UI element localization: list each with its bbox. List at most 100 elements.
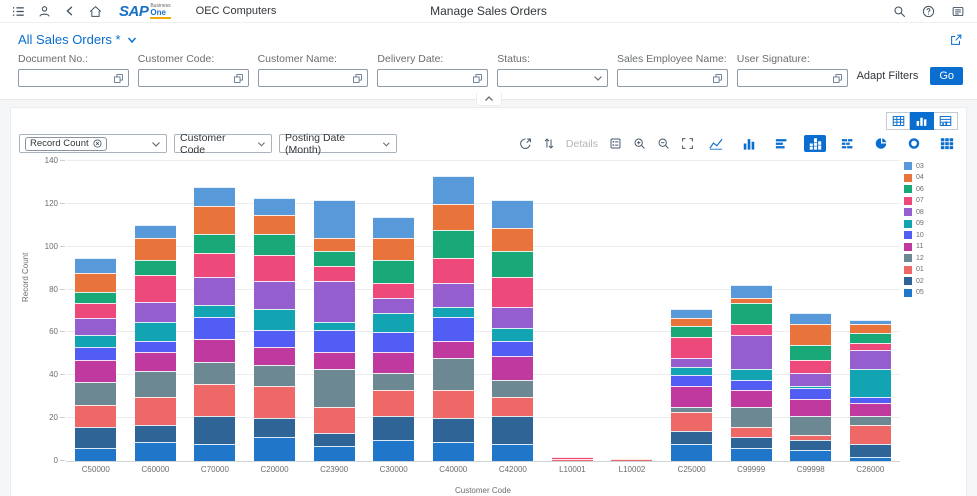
bar-segment-08[interactable] <box>433 283 474 307</box>
bar-segment-04[interactable] <box>850 324 891 333</box>
legend-item-08[interactable]: 08 <box>904 208 956 216</box>
bar-segment-11[interactable] <box>135 352 176 371</box>
value-help-icon[interactable] <box>712 73 723 84</box>
user-signature-input[interactable] <box>737 69 848 87</box>
bar-segment-10[interactable] <box>492 341 533 356</box>
bar-segment-09[interactable] <box>75 335 116 348</box>
pie-chart-icon[interactable] <box>870 135 892 152</box>
bar-segment-01[interactable] <box>254 386 295 418</box>
bar-segment-07[interactable] <box>433 258 474 284</box>
bar-segment-12[interactable] <box>314 369 355 408</box>
bar-segment-12[interactable] <box>194 362 235 383</box>
bar-segment-06[interactable] <box>671 326 712 337</box>
customer-name-input[interactable] <box>258 69 369 87</box>
back-icon[interactable] <box>64 5 76 17</box>
bar-segment-01[interactable] <box>731 427 772 438</box>
collapse-header-button[interactable] <box>476 93 502 106</box>
bar-segment-01[interactable] <box>75 405 116 426</box>
bar-segment-03[interactable] <box>373 217 414 238</box>
legend-item-07[interactable]: 07 <box>904 197 956 205</box>
drill-icon[interactable] <box>519 137 532 150</box>
bar-segment-03[interactable] <box>433 176 474 204</box>
bar-segment-07[interactable] <box>314 266 355 281</box>
bar-segment-01[interactable] <box>492 397 533 416</box>
bar-segment-03[interactable] <box>194 187 235 206</box>
bar-segment-08[interactable] <box>194 277 235 305</box>
bar-segment-12[interactable] <box>75 382 116 406</box>
bar-segment-04[interactable] <box>314 238 355 251</box>
bar-segment-08[interactable] <box>314 281 355 322</box>
bar-segment-09[interactable] <box>492 328 533 341</box>
bar-segment-04[interactable] <box>75 273 116 292</box>
dimension1-combobox[interactable]: Customer Code <box>174 134 272 153</box>
column-chart-icon[interactable] <box>738 135 760 152</box>
heatmap-icon[interactable] <box>936 135 958 152</box>
bar-segment-10[interactable] <box>731 380 772 391</box>
bar-segment-12[interactable] <box>850 416 891 425</box>
bar-segment-10[interactable] <box>194 317 235 338</box>
bar-segment-05[interactable] <box>254 437 295 461</box>
bar-segment-11[interactable] <box>254 347 295 364</box>
bar-segment-10[interactable] <box>254 330 295 347</box>
bar-segment-11[interactable] <box>314 352 355 369</box>
bar-segment-12[interactable] <box>790 416 831 435</box>
bar-segment-02[interactable] <box>135 425 176 442</box>
bar-segment-02[interactable] <box>433 418 474 442</box>
stacked-column-chart-icon[interactable] <box>804 135 826 152</box>
bar-segment-08[interactable] <box>75 318 116 335</box>
bar-segment-03[interactable] <box>314 200 355 239</box>
bar-chart-icon[interactable] <box>771 135 793 152</box>
bar-segment-08[interactable] <box>790 373 831 386</box>
value-help-icon[interactable] <box>233 73 244 84</box>
fullscreen-icon[interactable] <box>681 137 694 150</box>
bar-segment-04[interactable] <box>790 324 831 345</box>
legend-item-02[interactable]: 02 <box>904 277 956 285</box>
bar-segment-07[interactable] <box>731 324 772 335</box>
legend-item-06[interactable]: 06 <box>904 185 956 193</box>
bar-segment-12[interactable] <box>492 380 533 397</box>
bar-segment-01[interactable] <box>552 459 593 461</box>
bar-segment-05[interactable] <box>433 442 474 461</box>
menu-icon[interactable] <box>12 5 25 18</box>
bar-segment-01[interactable] <box>611 459 652 461</box>
bar-segment-08[interactable] <box>850 350 891 369</box>
bar-segment-04[interactable] <box>373 238 414 259</box>
zoom-in-icon[interactable] <box>633 137 646 150</box>
bar-segment-09[interactable] <box>850 369 891 397</box>
bar-segment-06[interactable] <box>850 333 891 344</box>
bar-segment-12[interactable] <box>731 407 772 426</box>
bar-segment-11[interactable] <box>731 390 772 407</box>
bar-segment-02[interactable] <box>314 433 355 446</box>
bar-segment-02[interactable] <box>790 440 831 451</box>
adapt-filters-button[interactable]: Adapt Filters <box>857 70 919 82</box>
bar-segment-10[interactable] <box>75 347 116 360</box>
help-icon[interactable] <box>922 5 935 18</box>
remove-token-icon[interactable] <box>93 139 102 148</box>
bar-segment-09[interactable] <box>314 322 355 331</box>
bar-segment-08[interactable] <box>492 307 533 328</box>
bar-segment-09[interactable] <box>731 369 772 380</box>
bar-segment-03[interactable] <box>671 309 712 318</box>
bar-segment-06[interactable] <box>194 234 235 253</box>
bar-segment-11[interactable] <box>492 356 533 380</box>
bar-segment-03[interactable] <box>254 198 295 215</box>
bar-segment-06[interactable] <box>790 345 831 360</box>
value-help-icon[interactable] <box>472 73 483 84</box>
bar-segment-04[interactable] <box>492 228 533 252</box>
bar-segment-06[interactable] <box>135 260 176 275</box>
zoom-out-icon[interactable] <box>657 137 670 150</box>
bar-segment-05[interactable] <box>731 448 772 461</box>
bar-segment-06[interactable] <box>314 251 355 266</box>
bar-segment-07[interactable] <box>75 303 116 318</box>
measure-combobox[interactable]: Record Count <box>19 134 167 153</box>
legend-icon[interactable] <box>609 137 622 150</box>
bar-segment-04[interactable] <box>433 204 474 230</box>
customer-code-input[interactable] <box>138 69 249 87</box>
notifications-icon[interactable] <box>951 5 965 18</box>
bar-segment-07[interactable] <box>492 277 533 307</box>
bar-segment-06[interactable] <box>75 292 116 303</box>
dimension2-combobox[interactable]: Posting Date (Month) <box>279 134 397 153</box>
legend-item-11[interactable]: 11 <box>904 243 956 251</box>
table-view-icon[interactable] <box>886 112 910 130</box>
bar-segment-05[interactable] <box>75 448 116 461</box>
